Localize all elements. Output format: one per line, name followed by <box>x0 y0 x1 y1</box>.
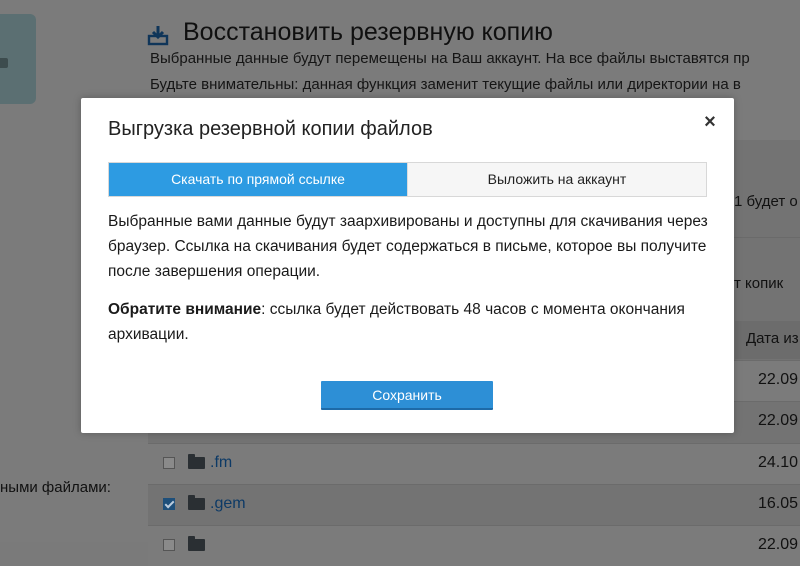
backup-device-image <box>0 14 36 104</box>
panel-text-fragment: 1 будет о <box>734 193 798 210</box>
modal-note: Обратите внимание: ссылка будет действов… <box>108 297 708 347</box>
table-row[interactable]: .fm 24.10 <box>148 443 800 484</box>
row-checkbox-checked[interactable] <box>163 498 175 510</box>
export-method-tabs: Скачать по прямой ссылке Выложить на акк… <box>108 162 707 197</box>
table-row[interactable]: .gem 16.05 <box>148 484 800 525</box>
file-date: 22.09 <box>758 371 799 388</box>
restore-icon <box>147 26 169 46</box>
file-date: 24.10 <box>758 454 799 471</box>
row-checkbox[interactable] <box>163 457 175 469</box>
page-title: Восстановить резервную копию <box>183 18 553 46</box>
page-description-line-1: Выбранные данные будут перемещены на Ваш… <box>150 50 750 67</box>
file-date: 16.05 <box>758 495 799 512</box>
sidebar-label: ными файлами: <box>0 479 111 496</box>
modal-title: Выгрузка резервной копии файлов <box>108 118 433 140</box>
note-label: Обратите внимание <box>108 301 262 318</box>
folder-icon <box>188 495 205 510</box>
close-icon[interactable]: × <box>700 112 720 132</box>
row-checkbox[interactable] <box>163 539 175 551</box>
folder-icon <box>188 536 205 551</box>
file-name[interactable]: .fm <box>210 454 232 472</box>
folder-icon <box>188 454 205 469</box>
page-description-line-2: Будьте внимательны: данная функция замен… <box>150 76 741 93</box>
tab-direct-download[interactable]: Скачать по прямой ссылке <box>109 163 407 196</box>
file-date: 22.09 <box>758 412 799 429</box>
save-button[interactable]: Сохранить <box>321 381 493 410</box>
file-date: 22.09 <box>758 536 799 553</box>
date-column-header: Дата из <box>746 330 799 347</box>
tab-upload-to-account[interactable]: Выложить на аккаунт <box>407 163 706 196</box>
modal-description: Выбранные вами данные будут заархивирова… <box>108 213 708 280</box>
panel-text-fragment: т копик <box>734 275 784 292</box>
table-row[interactable]: 22.09 <box>148 525 800 566</box>
export-backup-modal: Выгрузка резервной копии файлов × Скачат… <box>81 98 734 433</box>
file-name[interactable]: .gem <box>210 495 246 513</box>
